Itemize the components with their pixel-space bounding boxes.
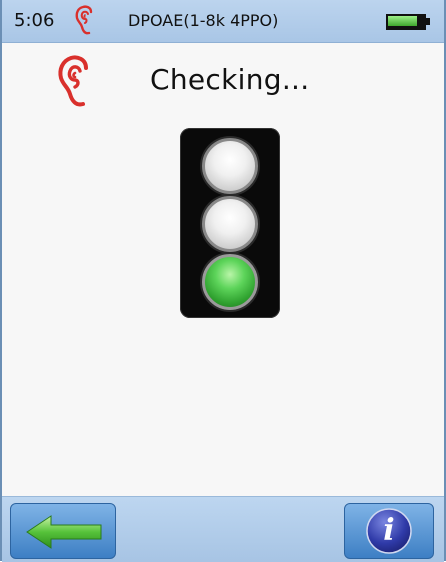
traffic-light-bottom-lamp-green <box>202 254 258 310</box>
traffic-light-indicator <box>180 128 280 318</box>
device-screen: 5:06 DPOAE(1-8k 4PPO) Checking... i <box>0 0 446 562</box>
info-button[interactable]: i <box>344 503 434 559</box>
clock-time: 5:06 <box>14 10 55 31</box>
back-button[interactable] <box>10 503 116 559</box>
test-mode-label: DPOAE(1-8k 4PPO) <box>128 11 279 30</box>
status-message: Checking... <box>150 63 310 96</box>
battery-level-fill <box>388 16 417 26</box>
back-arrow-icon <box>26 515 102 549</box>
traffic-light-middle-lamp <box>202 196 258 252</box>
traffic-light-top-lamp <box>202 138 258 194</box>
ear-icon <box>75 5 93 35</box>
ear-icon <box>58 55 88 107</box>
battery-icon <box>386 14 430 30</box>
status-bar: 5:06 DPOAE(1-8k 4PPO) <box>2 0 444 43</box>
info-glyph: i <box>383 513 395 548</box>
bottom-toolbar: i <box>2 496 444 562</box>
